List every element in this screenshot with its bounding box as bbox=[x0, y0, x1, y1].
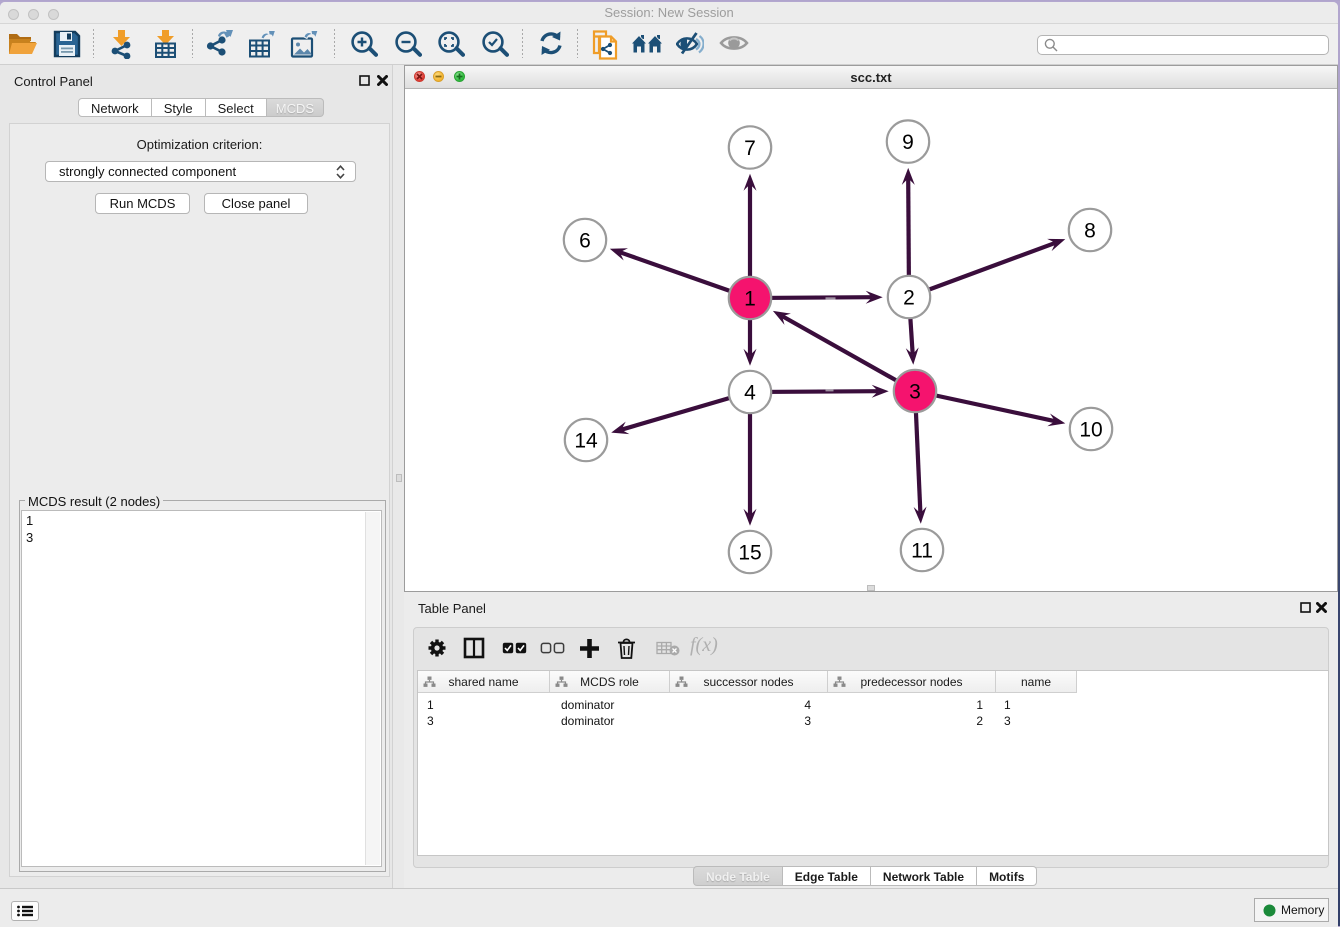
svg-text:15: 15 bbox=[738, 542, 761, 565]
svg-text:6: 6 bbox=[579, 230, 591, 253]
svg-text:3: 3 bbox=[909, 381, 921, 404]
svg-text:9: 9 bbox=[902, 131, 914, 154]
svg-text:14: 14 bbox=[574, 430, 598, 453]
svg-text:11: 11 bbox=[911, 540, 933, 563]
svg-text:7: 7 bbox=[744, 137, 756, 160]
svg-text:8: 8 bbox=[1084, 220, 1096, 243]
svg-text:10: 10 bbox=[1079, 419, 1102, 442]
svg-text:2: 2 bbox=[903, 287, 915, 310]
svg-text:1: 1 bbox=[744, 288, 756, 311]
svg-text:4: 4 bbox=[744, 382, 756, 405]
